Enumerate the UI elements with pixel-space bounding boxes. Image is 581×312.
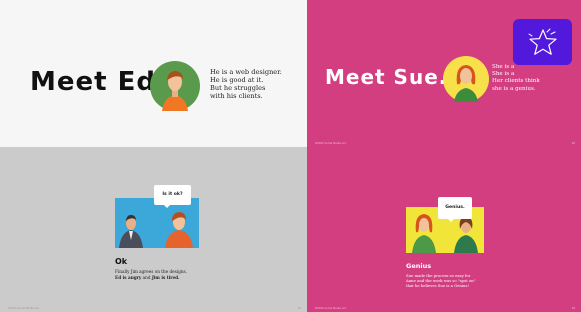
ok-illustration bbox=[115, 198, 199, 248]
star-button[interactable] bbox=[513, 19, 572, 65]
slide-footer: WOOD Social Media LLC bbox=[315, 142, 347, 145]
slide-description: She is a She is a Her clients think she … bbox=[492, 64, 540, 92]
slide-number: 04 bbox=[571, 307, 575, 310]
slide-genius[interactable]: Genius. Genius Sue made the process so e… bbox=[307, 147, 581, 312]
star-icon bbox=[527, 28, 559, 60]
caption-line: Ed is angry and Jim is tired. bbox=[115, 275, 187, 281]
slide-meet-ed[interactable]: Meet Ed. He is a web designer. He is goo… bbox=[0, 0, 307, 147]
sue-avatar bbox=[443, 56, 489, 102]
slide-footer: WOOD Social Media LLC bbox=[8, 307, 40, 310]
slide-title: Meet Ed. bbox=[30, 67, 167, 97]
slide-description: He is a web designer. He is good at it. … bbox=[210, 68, 282, 100]
speech-bubble: Genius. bbox=[438, 197, 472, 222]
speech-bubble: Is it ok? bbox=[154, 185, 191, 208]
caption-title: Genius bbox=[406, 262, 432, 270]
slide-number: 03 bbox=[297, 307, 301, 310]
slide-ok[interactable]: Is it ok? Ok Finally Jim agrees on the d… bbox=[0, 147, 307, 312]
slide-footer: WOOD Social Media LLC bbox=[315, 307, 347, 310]
caption-text: Finally Jim agrees on the designs. Ed is… bbox=[115, 269, 187, 280]
ed-avatar bbox=[150, 61, 200, 111]
caption-emphasis: Ed is angry bbox=[115, 274, 142, 280]
caption-title: Ok bbox=[115, 257, 128, 266]
slide-number: 02 bbox=[571, 142, 575, 145]
slide-title: Meet Sue. bbox=[325, 65, 448, 89]
caption-joiner: and bbox=[141, 274, 152, 280]
caption-text: Sue made the process so easy for Anne an… bbox=[406, 273, 476, 288]
caption-emphasis: Jim is tired. bbox=[151, 274, 180, 280]
